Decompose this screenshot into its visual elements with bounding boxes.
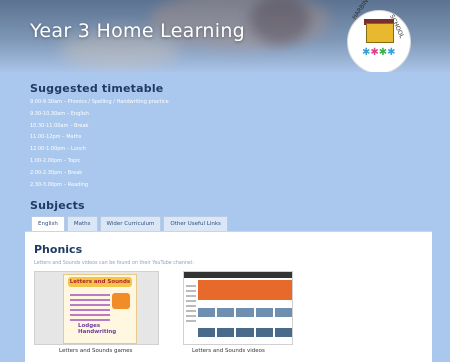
games-preview-footer: Lodges Handwriting <box>78 323 117 335</box>
video-row <box>198 308 292 317</box>
timetable-item: 12.00-1.00pm – Lunch <box>30 146 86 153</box>
timetable-item: 1.00-2.00pm – Topic <box>30 157 81 164</box>
subject-tabs: English Maths Wider Curriculum Other Use… <box>31 216 230 232</box>
subjects-heading: Subjects <box>30 199 85 212</box>
timetable-item: 10.30-11.00am – Break <box>30 122 89 129</box>
tab-english[interactable]: English <box>31 216 65 232</box>
phonics-heading: Phonics <box>34 243 83 256</box>
games-preview-image <box>112 293 130 309</box>
tab-wider-curriculum[interactable]: Wider Curriculum <box>99 216 162 232</box>
tab-panel-english: Phonics Letters and Sounds videos can be… <box>25 231 432 362</box>
timetable-item: 9.00-9.30am – Phonics / Spelling / Handw… <box>30 99 169 105</box>
children-figures-icon: ✱✱✱✱ <box>362 47 396 58</box>
youtube-sidebar <box>186 282 196 340</box>
school-building-icon <box>366 23 394 43</box>
games-preview-heading: Letters and Sounds <box>68 277 132 287</box>
games-page-preview: Letters and Sounds Lodges Handwriting <box>63 274 137 344</box>
youtube-channel-banner <box>198 280 292 300</box>
letters-sounds-games-thumbnail[interactable]: Letters and Sounds Lodges Handwriting <box>34 271 159 345</box>
tab-maths[interactable]: Maths <box>66 216 98 232</box>
timetable-item: 9.30-10.30am – English <box>30 110 89 117</box>
tab-other-useful-links[interactable]: Other Useful Links <box>163 216 228 232</box>
timetable-list: 9.00-9.30am – Phonics / Spelling / Handw… <box>30 97 169 191</box>
logo-text-left: HARBINGER <box>351 0 378 22</box>
timetable-item: 2.00-2.30pm – Break <box>30 169 83 176</box>
video-row <box>198 328 292 337</box>
timetable-heading: Suggested timetable <box>30 82 164 95</box>
phonics-description: Letters and Sounds videos can be found o… <box>34 261 194 266</box>
timetable-item: 11.00-12pm – Maths <box>30 134 82 141</box>
header-banner: Year 3 Home Learning HARBINGER SCHOOL ✱✱… <box>0 0 450 72</box>
youtube-topbar <box>184 272 292 278</box>
page-title: Year 3 Home Learning <box>30 20 246 42</box>
letters-sounds-videos-link[interactable]: Letters and Sounds videos <box>192 348 265 354</box>
school-logo[interactable]: HARBINGER SCHOOL ✱✱✱✱ <box>347 0 411 72</box>
letters-sounds-games-link[interactable]: Letters and Sounds games <box>59 348 132 354</box>
letters-sounds-videos-thumbnail[interactable] <box>183 271 293 345</box>
timetable-item: 2.30-3.00pm – Reading <box>30 181 89 188</box>
